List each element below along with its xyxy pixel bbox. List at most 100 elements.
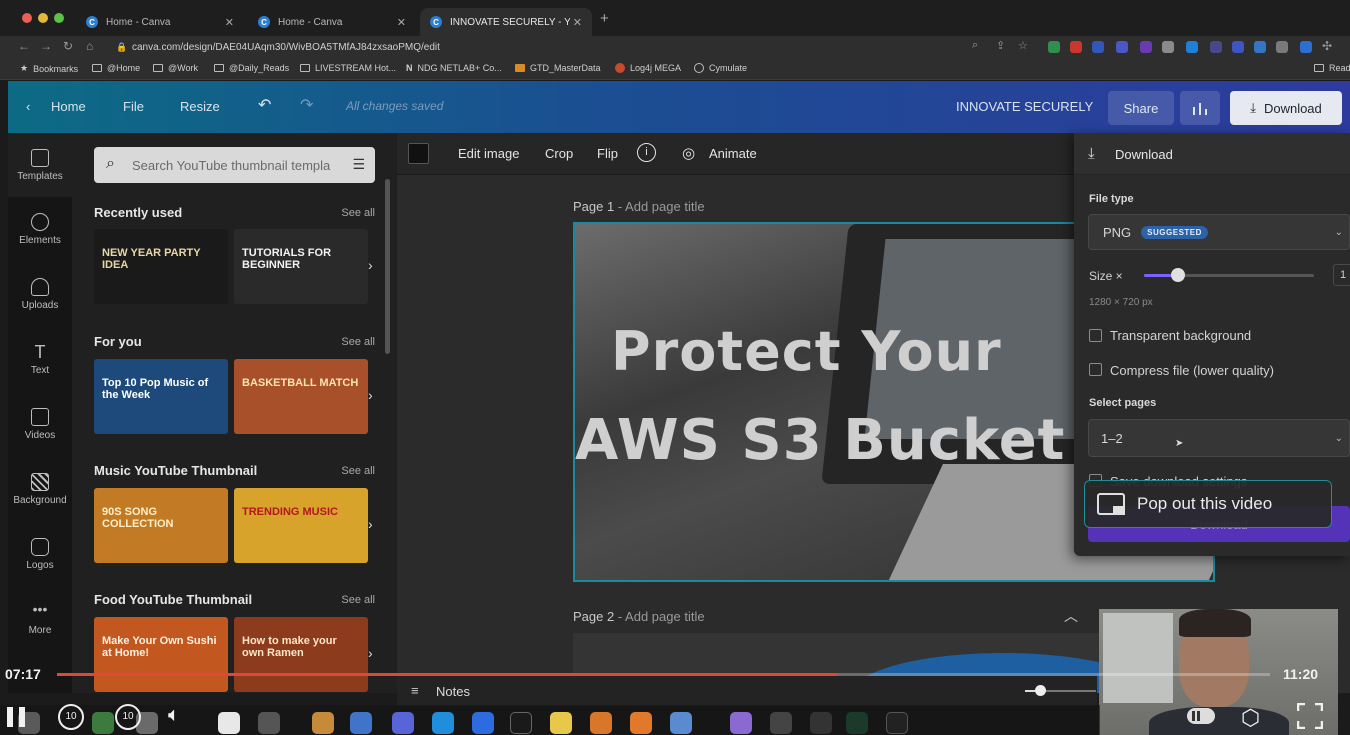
extension-icon[interactable]	[1276, 41, 1288, 53]
template-thumbnail[interactable]: TRENDING MUSIC	[234, 488, 368, 563]
zoom-slider-track[interactable]	[1046, 690, 1096, 692]
headline-line-2[interactable]: AWS S3 Bucket	[575, 408, 1065, 473]
extension-icon[interactable]	[1116, 41, 1128, 53]
forward-arrow-icon[interactable]: →	[40, 39, 52, 53]
zoom-app-icon[interactable]	[472, 712, 494, 734]
compress-file-label[interactable]: Compress file (lower quality)	[1110, 363, 1274, 378]
size-input[interactable]: 1	[1333, 264, 1350, 286]
rail-logos[interactable]: Logos	[8, 538, 72, 571]
extension-icon[interactable]	[1300, 41, 1312, 53]
bookmark-item[interactable]: GTD_MasterData	[515, 63, 601, 73]
rail-videos[interactable]: Videos	[8, 408, 72, 441]
browser-tab-active[interactable]: C INNOVATE SECURELY - YouTub ✕	[420, 8, 592, 36]
zoom-slider-handle[interactable]	[1035, 685, 1046, 696]
app-icon[interactable]	[432, 712, 454, 734]
headline-line-1[interactable]: Protect Your	[611, 320, 1002, 383]
app-icon[interactable]	[670, 712, 692, 734]
bookmark-star-icon[interactable]: ☆	[1018, 39, 1028, 52]
extension-icon[interactable]	[1162, 41, 1174, 53]
rail-text[interactable]: T Text	[8, 343, 72, 376]
reload-icon[interactable]: ↻	[63, 39, 73, 53]
back-arrow-icon[interactable]: ←	[18, 39, 30, 53]
undo-icon[interactable]: ↶	[258, 95, 271, 115]
extension-icon[interactable]	[1254, 41, 1266, 53]
see-all-link[interactable]: See all	[341, 336, 375, 348]
transparent-background-checkbox[interactable]	[1089, 329, 1102, 342]
redo-icon[interactable]: ↷	[300, 95, 313, 115]
app-icon[interactable]	[770, 712, 792, 734]
zoom-icon[interactable]: ⌕	[972, 39, 978, 52]
bookmark-item[interactable]: ★ Bookmarks	[20, 63, 78, 74]
notes-app-icon[interactable]	[550, 712, 572, 734]
chevron-up-icon[interactable]: ︿	[1064, 606, 1078, 626]
close-tab-icon[interactable]: ✕	[225, 16, 234, 29]
scroll-right-chevron-icon[interactable]: ›	[368, 645, 373, 661]
panel-scrollbar[interactable]	[385, 179, 390, 354]
insights-button[interactable]	[1180, 91, 1220, 125]
rail-more[interactable]: ••• More	[8, 602, 72, 636]
rail-templates[interactable]: Templates	[8, 133, 72, 197]
page-title-hint[interactable]: - Add page title	[618, 199, 705, 214]
app-icon[interactable]	[590, 712, 612, 734]
skip-back-button[interactable]: 10	[58, 704, 84, 730]
transparent-background-label[interactable]: Transparent background	[1110, 328, 1251, 343]
back-chevron-icon[interactable]: ‹	[26, 99, 30, 114]
page-2-label[interactable]: Page 2 - Add page title	[573, 609, 705, 624]
resize-button[interactable]: Resize	[180, 99, 220, 114]
share-button[interactable]: Share	[1108, 91, 1174, 125]
template-thumbnail[interactable]: BASKETBALL MATCH	[234, 359, 368, 434]
info-icon[interactable]: i	[637, 143, 656, 162]
filter-sliders-icon[interactable]: ☰	[352, 156, 365, 173]
app-icon[interactable]	[630, 712, 652, 734]
page-title-hint[interactable]: - Add page title	[618, 609, 705, 624]
camera-icon[interactable]	[258, 712, 280, 734]
browser-tab[interactable]: C Home - Canva ✕	[248, 8, 416, 36]
template-thumbnail[interactable]: Top 10 Pop Music of the Week	[94, 359, 228, 434]
app-icon[interactable]	[730, 712, 752, 734]
close-tab-icon[interactable]: ✕	[397, 16, 406, 29]
template-search-input[interactable]: ⌕ Search YouTube thumbnail templa ☰	[94, 147, 375, 183]
scroll-right-chevron-icon[interactable]: ›	[368, 516, 373, 532]
template-thumbnail[interactable]: How to make your own Ramen	[234, 617, 368, 692]
template-thumbnail[interactable]: TUTORIALS FOR BEGINNER	[234, 229, 368, 304]
captions-toggle[interactable]	[1187, 708, 1215, 724]
edit-image-button[interactable]: Edit image	[458, 146, 519, 161]
compress-file-checkbox[interactable]	[1089, 363, 1102, 376]
bookmark-folder[interactable]: LIVESTREAM Hot...	[300, 63, 396, 73]
page-1-label[interactable]: Page 1 - Add page title	[573, 199, 705, 214]
template-thumbnail[interactable]: Make Your Own Sushi at Home!	[94, 617, 228, 692]
see-all-link[interactable]: See all	[341, 594, 375, 606]
app-icon[interactable]	[886, 712, 908, 734]
close-tab-icon[interactable]: ✕	[573, 16, 582, 29]
reading-list[interactable]: Read	[1314, 63, 1350, 73]
home-icon[interactable]: ⌂	[86, 39, 93, 53]
flip-button[interactable]: Flip	[597, 146, 618, 161]
fullscreen-button[interactable]	[1296, 702, 1324, 730]
extension-icon[interactable]	[1140, 41, 1152, 53]
crop-button[interactable]: Crop	[545, 146, 573, 161]
template-thumbnail[interactable]: 90S SONG COLLECTION	[94, 488, 228, 563]
scroll-right-chevron-icon[interactable]: ›	[368, 257, 373, 273]
skip-forward-button[interactable]: 10	[115, 704, 141, 730]
app-icon[interactable]	[312, 712, 334, 734]
see-all-link[interactable]: See all	[341, 465, 375, 477]
zoom-window-button[interactable]	[54, 13, 64, 23]
notes-button[interactable]: Notes	[436, 684, 470, 699]
minimize-window-button[interactable]	[38, 13, 48, 23]
extension-icon[interactable]	[1092, 41, 1104, 53]
bookmark-folder[interactable]: @Daily_Reads	[214, 63, 289, 73]
notion-icon[interactable]	[218, 712, 240, 734]
see-all-link[interactable]: See all	[341, 207, 375, 219]
close-window-button[interactable]	[22, 13, 32, 23]
bookmark-item[interactable]: N NDG NETLAB+ Co...	[406, 63, 502, 73]
rail-elements[interactable]: Elements	[8, 213, 72, 246]
extension-icon[interactable]	[1186, 41, 1198, 53]
bookmark-item[interactable]: Cymulate	[694, 63, 747, 73]
extension-icon[interactable]	[1048, 41, 1060, 53]
discord-icon[interactable]	[392, 712, 414, 734]
pop-out-video-button[interactable]: Pop out this video	[1084, 480, 1332, 528]
pause-button[interactable]	[7, 705, 27, 729]
extension-icon[interactable]	[1210, 41, 1222, 53]
color-swatch[interactable]	[408, 143, 429, 164]
animate-button[interactable]: Animate	[709, 146, 757, 161]
